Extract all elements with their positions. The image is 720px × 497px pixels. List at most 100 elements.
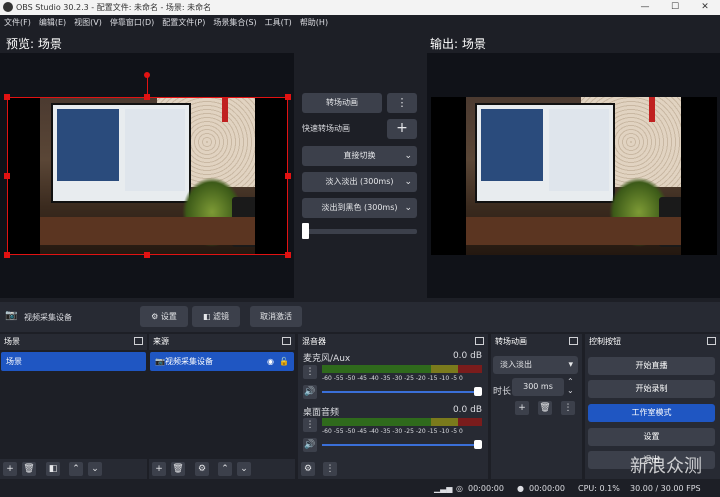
channel-menu-button[interactable]: ⋮ (303, 365, 317, 379)
resize-handle-tr[interactable] (285, 94, 291, 100)
start-streaming-button[interactable]: 开始直播 (588, 357, 715, 375)
move-up-button[interactable]: ⌃ (69, 462, 83, 476)
filter-icon: ◧ (202, 312, 214, 321)
meter-scale: -60 -55 -50 -45 -40 -35 -30 -25 -20 -15 … (322, 375, 463, 382)
undock-icon[interactable] (569, 337, 578, 345)
chevron-down-icon: ⌄ (91, 464, 99, 474)
channel-menu-button[interactable]: ⋮ (303, 418, 317, 432)
menu-tools[interactable]: 工具(T) (261, 15, 296, 31)
lock-icon[interactable]: 🔓 (279, 352, 289, 371)
fps: 30.00 / 30.00 FPS (630, 484, 701, 493)
move-up-button[interactable]: ⌃ (218, 462, 232, 476)
mixer-dock: 混音器 麦克风/Aux 0.0 dB ⋮ -60 -55 -50 -45 -40… (298, 334, 488, 479)
volume-slider-handle[interactable] (474, 440, 482, 449)
source-properties-button[interactable]: ⚙ (195, 462, 209, 476)
program-video-frame (431, 97, 717, 255)
start-recording-button[interactable]: 开始录制 (588, 380, 715, 398)
menu-edit[interactable]: 编辑(E) (35, 15, 70, 31)
resize-handle-bl[interactable] (4, 252, 10, 258)
sources-list: 📷视频采集设备 ◉ 🔓 (149, 350, 295, 459)
trash-icon: 🗑 (172, 464, 184, 474)
undock-icon[interactable] (707, 337, 716, 345)
resize-handle-l[interactable] (4, 173, 10, 179)
program-canvas (427, 53, 720, 298)
add-source-button[interactable]: + (152, 462, 166, 476)
spin-up-icon[interactable]: ⌃ (567, 377, 574, 386)
remove-scene-button[interactable]: 🗑 (22, 462, 36, 476)
transition-more-button[interactable]: ⋮ (387, 93, 417, 113)
scene-filters-button[interactable]: ◧ (46, 462, 60, 476)
gear-icon: ⚙ (151, 312, 161, 321)
channel-db: 0.0 dB (452, 351, 482, 361)
volume-meter (322, 365, 482, 373)
menu-view[interactable]: 视图(V) (70, 15, 106, 31)
menu-docks[interactable]: 停靠窗口(D) (106, 15, 158, 31)
move-down-button[interactable]: ⌄ (88, 462, 102, 476)
close-button[interactable]: ✕ (690, 0, 720, 15)
duration-spinbox[interactable]: 300 ms (512, 378, 564, 396)
mixer-channels: 麦克风/Aux 0.0 dB ⋮ -60 -55 -50 -45 -40 -35… (298, 350, 488, 459)
quick-transition-fade-black[interactable]: 淡出到黑色 (300ms) ⌄ (302, 198, 417, 218)
remove-source-button[interactable]: 🗑 (171, 462, 185, 476)
scenes-list: 场景 (0, 350, 147, 459)
mixer-settings-button[interactable]: ⚙ (301, 462, 315, 476)
menu-file[interactable]: 文件(F) (0, 15, 35, 31)
rotate-handle[interactable] (144, 72, 150, 78)
resize-handle-b[interactable] (144, 252, 150, 258)
speaker-icon[interactable]: 🔊 (303, 438, 317, 452)
settings-button[interactable]: 设置 (588, 428, 715, 446)
meter-scale: -60 -55 -50 -45 -40 -35 -30 -25 -20 -15 … (322, 428, 463, 435)
chevron-down-icon: ⌄ (404, 151, 412, 161)
add-transition-button[interactable]: + (515, 401, 529, 415)
quick-transition-fade[interactable]: 淡入淡出 (300ms) ⌄ (302, 172, 417, 192)
volume-slider-handle[interactable] (474, 387, 482, 396)
remove-transition-button[interactable]: 🗑 (538, 401, 552, 415)
undock-icon[interactable] (282, 337, 291, 345)
mixer-menu-button[interactable]: ⋮ (323, 462, 337, 476)
scenes-dock: 场景 场景 + 🗑 ◧ ⌃ ⌄ (0, 334, 147, 479)
speaker-icon[interactable]: 🔊 (303, 385, 317, 399)
maximize-button[interactable]: ☐ (660, 0, 690, 15)
status-bar: ▁▃▅ ◎ 00:00:00 ● 00:00:00 CPU: 0.1% 30.0… (0, 481, 720, 497)
gear-icon: ⚙ (197, 464, 207, 474)
transitions-dock-title: 转场动画 (491, 334, 582, 349)
add-quick-transition-button[interactable]: + (387, 119, 417, 139)
studio-mode-button[interactable]: 工作室模式 (588, 404, 715, 422)
list-item[interactable]: 📷视频采集设备 ◉ 🔓 (150, 352, 294, 371)
resize-handle-tl[interactable] (4, 94, 10, 100)
preview-canvas[interactable] (0, 53, 294, 298)
sources-dock-title: 来源 (149, 334, 295, 349)
t-bar-handle[interactable] (302, 223, 309, 239)
spin-down-icon[interactable]: ⌄ (567, 386, 574, 395)
undock-icon[interactable] (475, 337, 484, 345)
transition-select[interactable]: 淡入淡出 ▾ (493, 356, 578, 374)
undock-icon[interactable] (134, 337, 143, 345)
menu-profile[interactable]: 配置文件(P) (158, 15, 209, 31)
add-scene-button[interactable]: + (3, 462, 17, 476)
source-settings-button[interactable]: ⚙ 设置 (140, 306, 188, 327)
source-filters-button[interactable]: ◧ 滤镜 (192, 306, 240, 327)
deactivate-button[interactable]: 取消激活 (250, 306, 302, 327)
scenes-dock-title: 场景 (0, 334, 147, 349)
resize-handle-r[interactable] (285, 173, 291, 179)
menu-scene-collection[interactable]: 场景集合(S) (209, 15, 260, 31)
t-bar-track[interactable] (302, 229, 417, 234)
window-title: OBS Studio 30.2.3 - 配置文件: 未命名 - 场景: 未命名 (16, 3, 212, 12)
volume-slider[interactable] (322, 391, 480, 393)
minimize-button[interactable]: — (630, 0, 660, 15)
selected-source-name: 视频采集设备 (24, 313, 72, 322)
resize-handle-br[interactable] (285, 252, 291, 258)
resize-handle-t[interactable] (144, 94, 150, 100)
camera-icon: 📷 (155, 357, 165, 366)
duration-label: 时长 (493, 387, 512, 397)
quick-transition-cut[interactable]: 直接切换 ⌄ (302, 146, 417, 166)
list-item[interactable]: 场景 (1, 352, 146, 371)
chevron-down-icon: ▾ (568, 360, 573, 370)
volume-slider[interactable] (322, 444, 480, 446)
move-down-button[interactable]: ⌄ (237, 462, 251, 476)
eye-icon[interactable]: ◉ (267, 352, 274, 371)
transition-properties-button[interactable]: ⋮ (561, 401, 575, 415)
transition-button[interactable]: 转场动画 (302, 93, 382, 113)
source-selection-box[interactable] (7, 97, 288, 255)
menu-help[interactable]: 帮助(H) (296, 15, 332, 31)
